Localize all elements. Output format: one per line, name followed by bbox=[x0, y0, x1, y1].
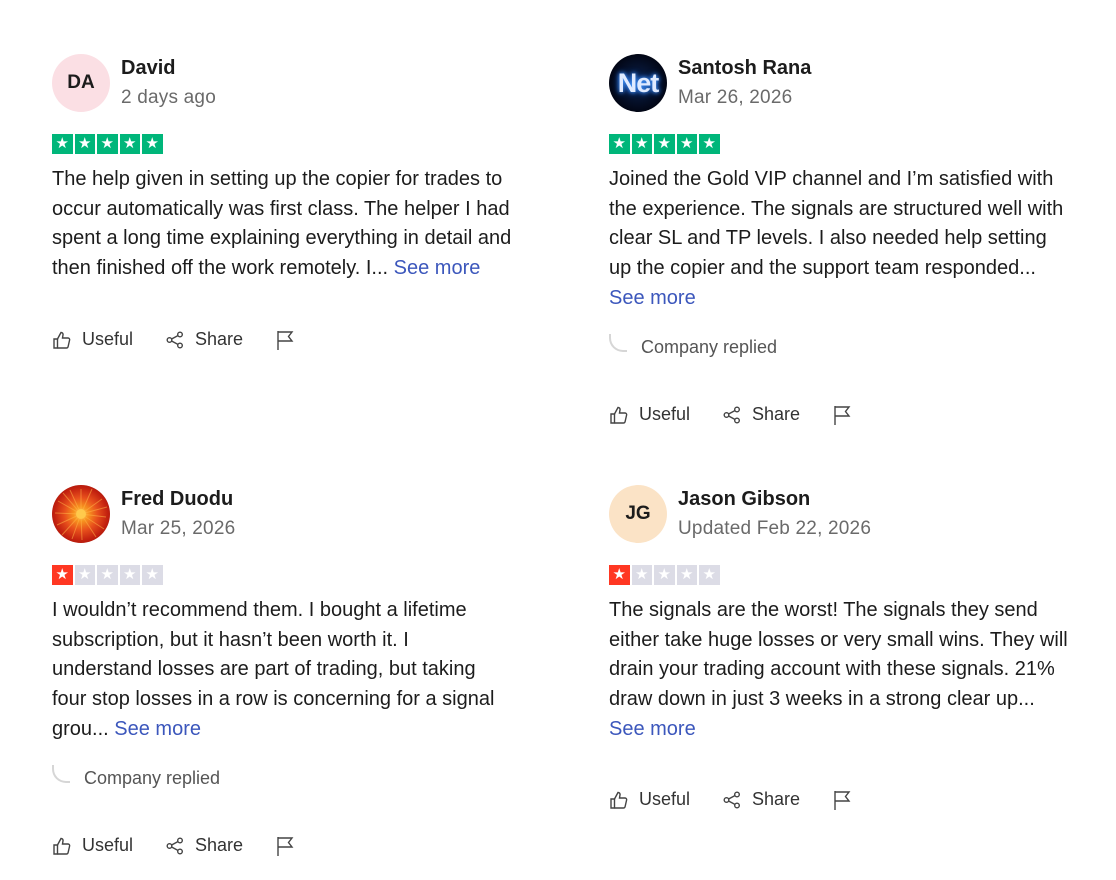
company-replied-label: Company replied bbox=[84, 768, 221, 789]
star-filled-icon: ★ bbox=[654, 134, 675, 154]
review-actions: Useful Share bbox=[609, 401, 1079, 429]
flag-icon bbox=[834, 405, 851, 425]
thumbs-up-icon bbox=[610, 791, 628, 809]
report-button[interactable] bbox=[275, 835, 305, 857]
star-empty-icon: ★ bbox=[142, 565, 163, 585]
review-date: Mar 26, 2026 bbox=[678, 87, 793, 108]
share-label: Share bbox=[752, 404, 801, 425]
share-icon bbox=[166, 837, 184, 855]
star-empty-icon: ★ bbox=[97, 565, 118, 585]
star-empty-icon: ★ bbox=[699, 565, 720, 585]
review-card: JG Jason Gibson Updated Feb 22, 2026 ★ ★ ★… bbox=[609, 485, 1079, 814]
review-card: Net Santosh Rana Mar 26, 2026 ★ ★ ★ ★ ★ Join… bbox=[609, 54, 1079, 429]
star-filled-icon: ★ bbox=[631, 134, 652, 154]
useful-button[interactable]: Useful bbox=[609, 789, 690, 810]
review-text: The help given in setting up the copier … bbox=[52, 168, 512, 280]
star-rating: ★ ★ ★ ★ ★ bbox=[52, 134, 522, 154]
review-text: I wouldn’t recommend them. I bought a li… bbox=[52, 599, 495, 740]
star-empty-icon: ★ bbox=[676, 565, 697, 585]
star-rating: ★ ★ ★ ★ ★ bbox=[609, 565, 1079, 585]
company-replied[interactable]: Company replied bbox=[609, 333, 1079, 362]
useful-label: Useful bbox=[82, 329, 134, 350]
star-empty-icon: ★ bbox=[119, 565, 140, 585]
review-actions: Useful Share bbox=[52, 832, 522, 860]
thumbs-up-icon bbox=[53, 837, 71, 855]
star-filled-icon: ★ bbox=[119, 134, 140, 154]
share-label: Share bbox=[752, 789, 801, 810]
useful-button[interactable]: Useful bbox=[609, 404, 690, 425]
company-replied-label: Company replied bbox=[641, 337, 778, 358]
see-more-link[interactable]: See more bbox=[114, 718, 201, 740]
star-filled-icon: ★ bbox=[52, 134, 73, 154]
see-more-link[interactable]: See more bbox=[609, 718, 696, 740]
star-filled-icon: ★ bbox=[699, 134, 720, 154]
review-card: DA David 2 days ago ★ ★ ★ ★ ★ The help given… bbox=[52, 54, 522, 354]
useful-button[interactable]: Useful bbox=[52, 835, 133, 856]
useful-button[interactable]: Useful bbox=[52, 329, 133, 350]
review-date: Mar 25, 2026 bbox=[121, 518, 236, 539]
review-text: The signals are the worst! The signals t… bbox=[609, 599, 1068, 740]
report-button[interactable] bbox=[832, 404, 862, 426]
star-filled-icon: ★ bbox=[676, 134, 697, 154]
star-empty-icon: ★ bbox=[631, 565, 652, 585]
reply-curve-icon bbox=[52, 764, 70, 783]
review-date: 2 days ago bbox=[121, 87, 216, 108]
see-more-link[interactable]: See more bbox=[394, 257, 481, 279]
star-filled-icon: ★ bbox=[609, 565, 630, 585]
star-empty-icon: ★ bbox=[74, 565, 95, 585]
thumbs-up-icon bbox=[53, 331, 71, 349]
see-more-link[interactable]: See more bbox=[609, 287, 696, 309]
star-filled-icon: ★ bbox=[142, 134, 163, 154]
star-empty-icon: ★ bbox=[654, 565, 675, 585]
share-label: Share bbox=[195, 329, 244, 350]
review-text: Joined the Gold VIP channel and I’m sati… bbox=[609, 168, 1064, 309]
reviewer-name[interactable]: Santosh Rana bbox=[678, 55, 811, 81]
reviewer-name[interactable]: David bbox=[121, 55, 216, 81]
reviewer-name[interactable]: Fred Duodu bbox=[121, 486, 235, 512]
star-rating: ★ ★ ★ ★ ★ bbox=[609, 134, 1079, 154]
review-header: Fred Duodu Mar 25, 2026 bbox=[52, 485, 522, 543]
share-button[interactable]: Share bbox=[722, 789, 800, 810]
share-icon bbox=[723, 406, 741, 424]
useful-label: Useful bbox=[639, 789, 691, 810]
useful-label: Useful bbox=[82, 835, 134, 856]
review-header: JG Jason Gibson Updated Feb 22, 2026 bbox=[609, 485, 1079, 543]
share-button[interactable]: Share bbox=[722, 404, 800, 425]
star-rating: ★ ★ ★ ★ ★ bbox=[52, 565, 522, 585]
star-filled-icon: ★ bbox=[74, 134, 95, 154]
flag-icon bbox=[277, 330, 294, 350]
avatar[interactable]: JG bbox=[609, 485, 667, 543]
review-header: DA David 2 days ago bbox=[52, 54, 522, 112]
review-actions: Useful Share bbox=[52, 326, 522, 354]
useful-label: Useful bbox=[639, 404, 691, 425]
flag-icon bbox=[277, 836, 294, 856]
review-header: Net Santosh Rana Mar 26, 2026 bbox=[609, 54, 1079, 112]
star-filled-icon: ★ bbox=[52, 565, 73, 585]
avatar[interactable]: Net bbox=[609, 54, 667, 112]
avatar[interactable] bbox=[52, 485, 110, 543]
flower-photo-icon bbox=[54, 488, 108, 541]
company-replied[interactable]: Company replied bbox=[52, 764, 522, 793]
star-filled-icon: ★ bbox=[609, 134, 630, 154]
avatar[interactable]: DA bbox=[52, 54, 110, 112]
flag-icon bbox=[834, 790, 851, 810]
share-icon bbox=[723, 791, 741, 809]
review-card: Fred Duodu Mar 25, 2026 ★ ★ ★ ★ ★ I wouldn’t… bbox=[52, 485, 522, 860]
share-button[interactable]: Share bbox=[165, 329, 243, 350]
share-button[interactable]: Share bbox=[165, 835, 243, 856]
share-icon bbox=[166, 331, 184, 349]
share-label: Share bbox=[195, 835, 244, 856]
review-actions: Useful Share bbox=[609, 786, 1079, 814]
reply-curve-icon bbox=[609, 333, 627, 352]
thumbs-up-icon bbox=[610, 406, 628, 424]
report-button[interactable] bbox=[832, 789, 862, 811]
review-date: Updated Feb 22, 2026 bbox=[678, 518, 872, 539]
report-button[interactable] bbox=[275, 329, 305, 351]
reviewer-name[interactable]: Jason Gibson bbox=[678, 486, 871, 512]
star-filled-icon: ★ bbox=[97, 134, 118, 154]
